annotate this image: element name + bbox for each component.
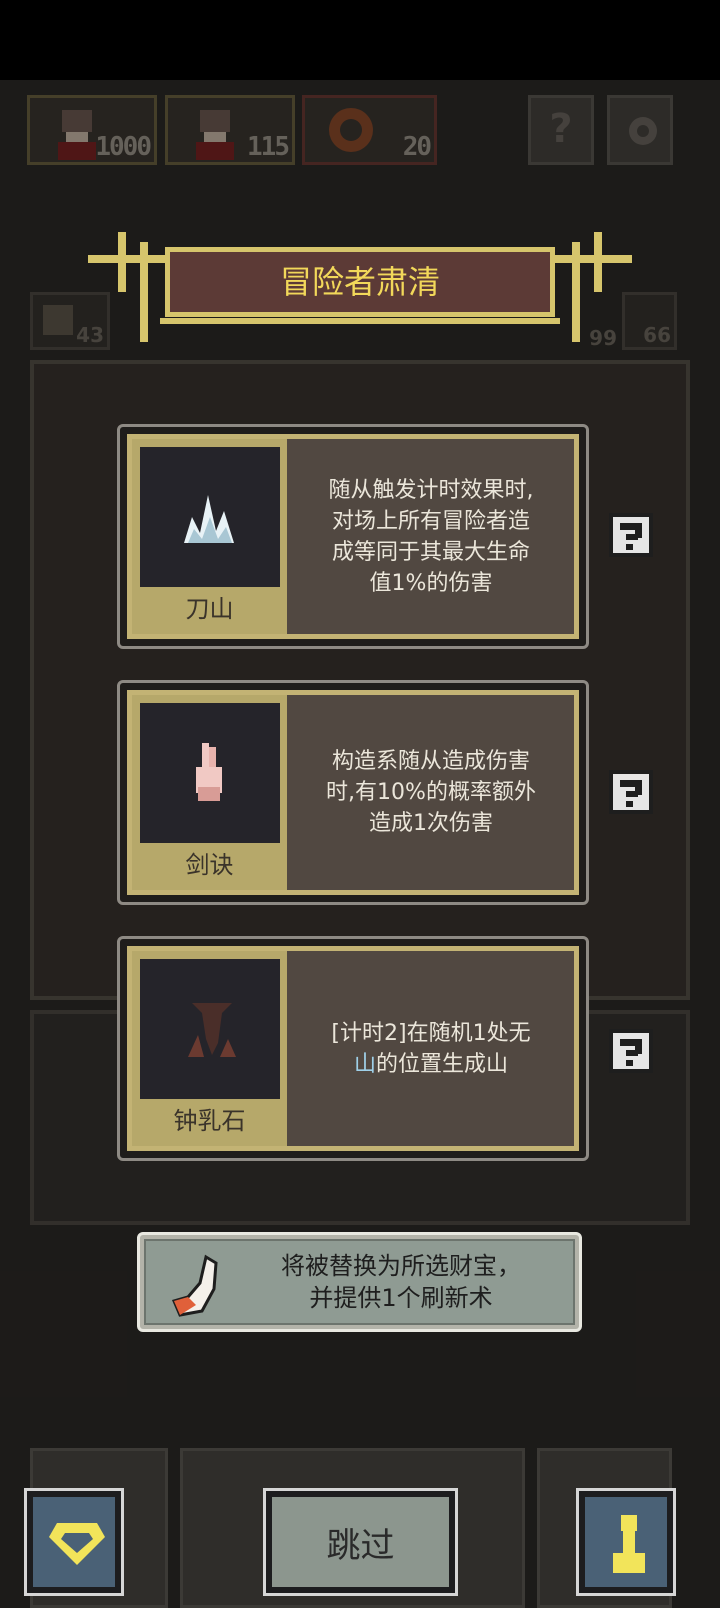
card-art bbox=[140, 447, 280, 587]
card-name: 剑诀 bbox=[185, 851, 234, 879]
card-art-panel: 刀山 bbox=[132, 439, 287, 634]
adventurer-counter-a: 1000 bbox=[27, 95, 157, 165]
tooltip-text: 将被替换为所选财宝， 并提供1个刷新术 bbox=[281, 1252, 521, 1312]
small-counter-right-a: 99 bbox=[560, 292, 620, 350]
choice-card-1[interactable]: 刀山 随从触发计时效果时, 对场上所有冒险者造 成等同于其最大生命 值1%的伤害 bbox=[117, 424, 589, 649]
coin-counter: 20 bbox=[302, 95, 437, 165]
coin-icon bbox=[329, 108, 373, 152]
small-counter-left-value: 43 bbox=[76, 323, 104, 347]
skip-button-label: 跳过 bbox=[326, 1525, 395, 1566]
card-name: 钟乳石 bbox=[173, 1107, 246, 1135]
card-description: [计时2]在随机1处无山的位置生成山 bbox=[292, 951, 570, 1146]
gem-icon bbox=[49, 1523, 105, 1565]
banner-ornament-right-post2 bbox=[572, 242, 580, 342]
help-icon[interactable] bbox=[608, 769, 654, 815]
banner: 冒险者肃清 bbox=[165, 247, 555, 317]
help-icon[interactable] bbox=[608, 512, 654, 558]
card-art bbox=[140, 959, 280, 1099]
blade-mountain-icon bbox=[184, 495, 234, 543]
sword-hand-icon bbox=[196, 743, 222, 801]
help-button-label: ? bbox=[549, 106, 573, 152]
stalactite-icon bbox=[188, 1003, 236, 1057]
choice-card-2[interactable]: 剑诀 构造系随从造成伤害 时,有10%的概率额外 造成1次伤害 bbox=[117, 680, 589, 905]
adventurer-counter-b: 115 bbox=[165, 95, 295, 165]
card-description: 构造系随从造成伤害 时,有10%的概率额外 造成1次伤害 bbox=[326, 749, 536, 836]
card-description-part: 的位置生成山 bbox=[375, 1051, 508, 1077]
card-description: 随从触发计时效果时, 对场上所有冒险者造 成等同于其最大生命 值1%的伤害 bbox=[328, 477, 534, 596]
settings-button[interactable] bbox=[607, 95, 673, 165]
pawn-icon bbox=[613, 1515, 645, 1573]
choice-card-3[interactable]: 钟乳石 [计时2]在随机1处无山的位置生成山 bbox=[117, 936, 589, 1161]
gear-icon bbox=[629, 117, 657, 145]
help-button[interactable]: ? bbox=[528, 95, 594, 165]
adventurer-count-b-value: 115 bbox=[247, 132, 290, 162]
card-description-highlight: 山 bbox=[353, 1051, 376, 1077]
card-art-panel: 钟乳石 bbox=[132, 951, 287, 1146]
banner-ornament-right bbox=[554, 255, 632, 263]
coin-count-value: 20 bbox=[402, 132, 432, 162]
card-name: 刀山 bbox=[185, 595, 234, 623]
skip-button-face: 跳过 bbox=[272, 1497, 449, 1587]
small-counter-left: 43 bbox=[30, 292, 110, 350]
adventurer-icon bbox=[196, 110, 234, 160]
status-bar bbox=[0, 0, 720, 80]
gem-button-face bbox=[33, 1497, 115, 1587]
card-frame: 钟乳石 [计时2]在随机1处无山的位置生成山 bbox=[127, 946, 579, 1151]
small-counter-right-b-value: 66 bbox=[643, 323, 671, 347]
adventurer-count-a-value: 1000 bbox=[95, 132, 152, 162]
card-frame: 剑诀 构造系随从造成伤害 时,有10%的概率额外 造成1次伤害 bbox=[127, 690, 579, 895]
pawn-button[interactable] bbox=[576, 1488, 676, 1596]
small-counter-right-a-value: 99 bbox=[589, 326, 617, 350]
swirl-icon bbox=[43, 305, 73, 335]
banner-ornament-left bbox=[88, 255, 166, 263]
replace-treasure-tooltip: 将被替换为所选财宝， 并提供1个刷新术 bbox=[137, 1232, 582, 1332]
banner-ornament-left-post2 bbox=[140, 242, 148, 342]
gem-button[interactable] bbox=[24, 1488, 124, 1596]
small-counter-right-b: 66 bbox=[622, 292, 677, 350]
tooltip-inner: 将被替换为所选财宝， 并提供1个刷新术 bbox=[144, 1239, 575, 1325]
banner-ornament-left-post bbox=[118, 232, 126, 292]
banner-ornament-right-post bbox=[594, 232, 602, 292]
help-icon[interactable] bbox=[608, 1028, 654, 1074]
banner-underline bbox=[160, 318, 560, 324]
card-frame: 刀山 随从触发计时效果时, 对场上所有冒险者造 成等同于其最大生命 值1%的伤害 bbox=[127, 434, 579, 639]
pawn-button-face bbox=[585, 1497, 667, 1587]
skip-button[interactable]: 跳过 bbox=[263, 1488, 458, 1596]
card-art-panel: 剑诀 bbox=[132, 695, 287, 890]
card-art bbox=[140, 703, 280, 843]
banner-title: 冒险者肃清 bbox=[279, 263, 440, 301]
card-description-part: [计时2]在随机1处无 bbox=[331, 1020, 531, 1046]
fox-tail-icon bbox=[171, 1254, 218, 1317]
